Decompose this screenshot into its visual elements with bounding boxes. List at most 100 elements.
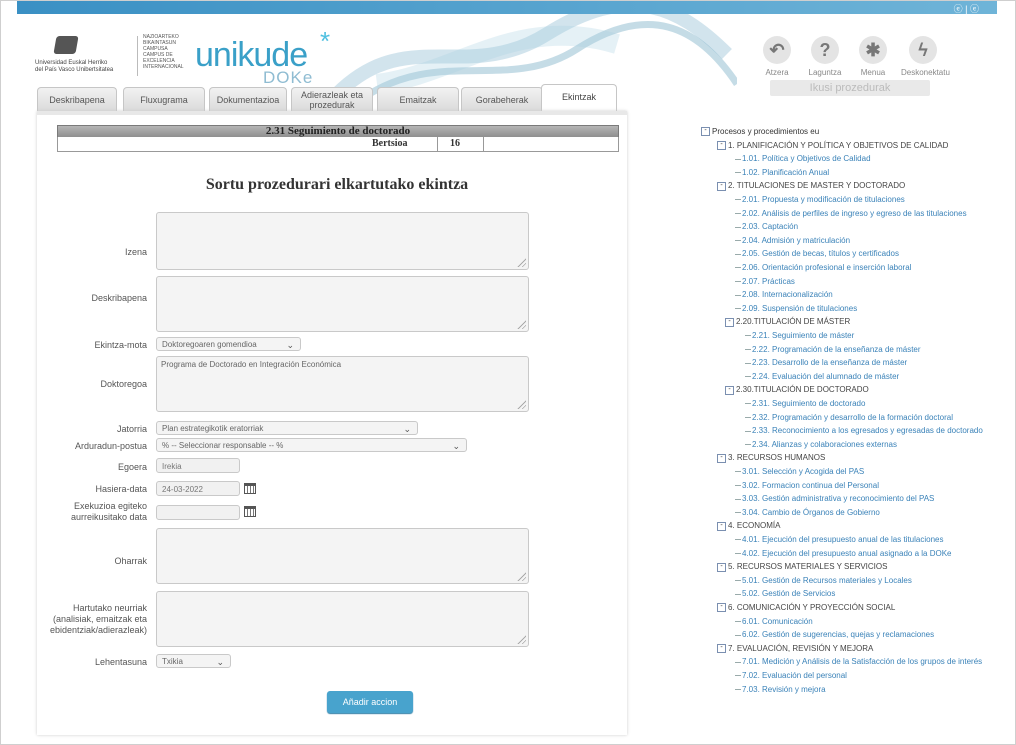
tab-adierazleak[interactable]: Adierazleak eta prozedurak [291, 87, 373, 112]
doktoregoa-textarea[interactable]: Programa de Doctorado en Integración Eco… [156, 356, 529, 412]
arduradun-select[interactable]: % -- Seleccionar responsable -- % ⌄ [156, 438, 467, 452]
tree-group[interactable]: -7. EVALUACIÓN, REVISIÓN Y MEJORA [717, 644, 873, 654]
resize-grip-icon[interactable] [516, 634, 526, 644]
arduradun-label: Arduradun-postua [74, 441, 147, 451]
tree-root[interactable]: - Procesos y procedimientos eu [701, 127, 819, 137]
hasiera-data-label: Hasiera-data [95, 484, 147, 494]
tree-connector [735, 484, 741, 486]
tree-item[interactable]: 3.03. Gestión administrativa y reconocim… [735, 494, 934, 503]
tree-item[interactable]: 5.01. Gestión de Recursos materiales y L… [735, 576, 912, 585]
tree-item[interactable]: 2.22. Programación de la enseñanza de má… [745, 345, 921, 354]
calendar-icon[interactable] [244, 483, 256, 494]
collapse-icon[interactable]: - [717, 181, 726, 191]
tree-connector [745, 403, 751, 405]
tree-item[interactable]: 6.01. Comunicación [735, 617, 813, 626]
help-button[interactable]: ? Laguntza [803, 36, 847, 77]
collapse-icon[interactable]: - [717, 603, 726, 613]
collapse-icon[interactable]: - [725, 385, 734, 395]
tree-group[interactable]: -6. COMUNICACIÓN Y PROYECCIÓN SOCIAL [717, 603, 895, 613]
tree-item-label: 4.02. Ejecución del presupuesto anual as… [742, 548, 952, 558]
tab-deskribapena[interactable]: Deskribapena [37, 87, 117, 112]
oharrak-textarea[interactable] [156, 528, 529, 584]
tree-item-label: 2.08. Internacionalización [742, 290, 833, 300]
page-frame: ⓔ | ⓔ Universidad Euskal Herriko del Paí… [0, 0, 1016, 745]
tab-ekintzak[interactable]: Ekintzak [541, 84, 617, 112]
calendar-icon[interactable] [244, 506, 256, 517]
collapse-icon[interactable]: - [701, 127, 710, 137]
tree-item[interactable]: 1.01. Política y Objetivos de Calidad [735, 154, 871, 163]
tree-item[interactable]: 2.04. Admisión y matriculación [735, 236, 850, 245]
tree-connector [735, 620, 741, 622]
tab-fluxugrama[interactable]: Fluxugrama [123, 87, 205, 112]
tree-item[interactable]: 3.02. Formacion continua del Personal [735, 481, 879, 490]
tree-item[interactable]: 2.06. Orientación profesional e inserció… [735, 263, 911, 272]
doktoregoa-value: Programa de Doctorado en Integración Eco… [161, 360, 342, 369]
resize-grip-icon[interactable] [516, 571, 526, 581]
tree-item[interactable]: 2.02. Análisis de perfiles de ingreso y … [735, 209, 967, 218]
tree-item[interactable]: 2.31. Seguimiento de doctorado [745, 399, 865, 408]
tree-item[interactable]: 2.34. Alianzas y colaboraciones externas [745, 440, 897, 449]
collapse-icon[interactable]: - [717, 644, 726, 654]
collapse-icon[interactable]: - [717, 562, 726, 572]
tree-group[interactable]: -2. TITULACIONES DE MASTER Y DOCTORADO [717, 181, 905, 191]
exekuzioa-data-field[interactable] [156, 505, 240, 520]
tree-item[interactable]: 2.03. Captación [735, 222, 798, 231]
tab-emaitzak[interactable]: Emaitzak [377, 87, 459, 112]
collapse-icon[interactable]: - [717, 140, 726, 150]
collapse-icon[interactable]: - [725, 317, 734, 327]
tree-item[interactable]: 4.01. Ejecución del presupuesto anual de… [735, 535, 943, 544]
tree-item[interactable]: 7.01. Medición y Análisis de la Satisfac… [735, 657, 982, 666]
hartutako-textarea[interactable] [156, 591, 529, 647]
collapse-icon[interactable]: - [717, 453, 726, 463]
deskribapena-textarea[interactable] [156, 276, 529, 332]
resize-grip-icon[interactable] [516, 319, 526, 329]
menu-button[interactable]: ✱ Menua [851, 36, 895, 77]
hartutako-label-line: ebidentziak/adierazleak) [49, 625, 147, 635]
tree-group[interactable]: -4. ECONOMÍA [717, 521, 780, 531]
tree-item[interactable]: 3.04. Cambio de Órganos de Gobierno [735, 508, 880, 517]
tree-connector [745, 335, 751, 337]
tab-dokumentazioa[interactable]: Dokumentazioa [209, 87, 287, 112]
tree-item[interactable]: 1.02. Planificación Anual [735, 168, 829, 177]
tree-item[interactable]: 2.08. Internacionalización [735, 290, 833, 299]
tree-item[interactable]: 2.21. Seguimiento de máster [745, 331, 854, 340]
tree-item[interactable]: 7.03. Revisión y mejora [735, 685, 826, 694]
izena-textarea[interactable] [156, 212, 529, 270]
tree-item[interactable]: 7.02. Evaluación del personal [735, 671, 847, 680]
disconnect-button[interactable]: ϟ Deskonektatu [901, 36, 950, 77]
tree-item[interactable]: 2.09. Suspensión de titulaciones [735, 304, 857, 313]
tree-group[interactable]: -1. PLANIFICACIÓN Y POLÍTICA Y OBJETIVOS… [717, 141, 948, 150]
view-procedures-button[interactable]: Ikusi prozedurak [770, 80, 930, 96]
tree-item[interactable]: 6.02. Gestión de sugerencias, quejas y r… [735, 630, 934, 639]
tree-connector [735, 267, 741, 269]
resize-grip-icon[interactable] [516, 257, 526, 267]
tree-item[interactable]: 2.23. Desarrollo de la enseñanza de mást… [745, 358, 907, 367]
tree-group[interactable]: -3. RECURSOS HUMANOS [717, 453, 825, 463]
tree-item[interactable]: 4.02. Ejecución del presupuesto anual as… [735, 549, 951, 558]
tree-group[interactable]: -2.30.TITULACIÓN DE DOCTORADO [725, 385, 869, 395]
tree-item-label: 2.20.TITULACIÓN DE MÁSTER [736, 317, 851, 327]
tab-gorabeherak[interactable]: Gorabeherak [461, 87, 543, 112]
tree-item[interactable]: 2.24. Evaluación del alumnado de máster [745, 372, 899, 381]
add-action-button[interactable]: Añadir accion [327, 691, 413, 713]
tree-item[interactable]: 2.07. Prácticas [735, 277, 795, 286]
lehentasuna-select[interactable]: Txikia ⌄ [156, 654, 231, 668]
back-button[interactable]: ↶ Atzera [755, 36, 799, 77]
disconnect-label: Deskonektatu [901, 68, 950, 77]
tree-group[interactable]: -2.20.TITULACIÓN DE MÁSTER [725, 317, 851, 327]
tree-item[interactable]: 5.02. Gestión de Servicios [735, 589, 835, 598]
resize-grip-icon[interactable] [516, 399, 526, 409]
tree-item[interactable]: 2.05. Gestión de becas, títulos y certif… [735, 249, 899, 258]
tree-item-label: 2.34. Alianzas y colaboraciones externas [752, 439, 897, 449]
ekintza-mota-select[interactable]: Doktoregoaren gomendioa ⌄ [156, 337, 301, 351]
tree-item[interactable]: 2.33. Reconocimiento a los egresados y e… [745, 426, 983, 435]
tree-item-label: 2.09. Suspensión de titulaciones [742, 303, 858, 313]
tree-connector [735, 688, 741, 690]
hasiera-data-field[interactable]: 24-03-2022 [156, 481, 240, 496]
jatorria-select[interactable]: Plan estrategikotik eratorriak ⌄ [156, 421, 418, 435]
tree-group[interactable]: -5. RECURSOS MATERIALES Y SERVICIOS [717, 562, 887, 572]
tree-item[interactable]: 2.32. Programación y desarrollo de la fo… [745, 413, 953, 422]
collapse-icon[interactable]: - [717, 521, 726, 531]
tree-item[interactable]: 3.01. Selección y Acogida del PAS [735, 467, 864, 476]
tree-item[interactable]: 2.01. Propuesta y modificación de titula… [735, 195, 905, 204]
